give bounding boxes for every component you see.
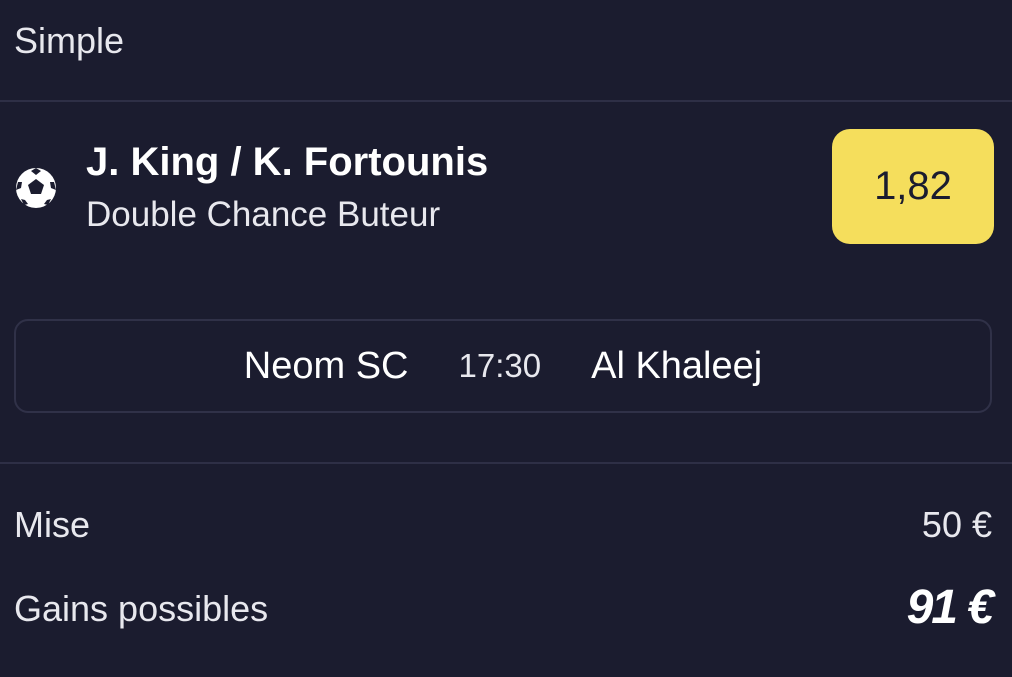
divider xyxy=(0,462,1012,464)
bet-slip: Simple J. King / K. Fortounis Double Cha… xyxy=(0,0,1012,677)
stake-label: Mise xyxy=(14,504,91,545)
match-time: 17:30 xyxy=(458,347,542,384)
match-info[interactable]: Neom SC 17:30 Al Khaleej xyxy=(14,319,992,413)
home-team: Neom SC xyxy=(243,344,409,387)
bet-type-header: Simple xyxy=(0,0,1012,102)
stake-value: 50 € xyxy=(921,504,992,545)
odds-button[interactable]: 1,82 xyxy=(832,129,994,244)
soccer-ball-icon xyxy=(14,166,58,210)
potential-gains-label: Gains possibles xyxy=(14,588,269,629)
away-team: Al Khaleej xyxy=(591,344,763,387)
potential-gains-value: 91 € xyxy=(906,581,994,634)
bet-type-title: Simple xyxy=(14,20,125,61)
selection-market: Double Chance Buteur xyxy=(86,195,441,234)
selection-players: J. King / K. Fortounis xyxy=(86,140,489,184)
